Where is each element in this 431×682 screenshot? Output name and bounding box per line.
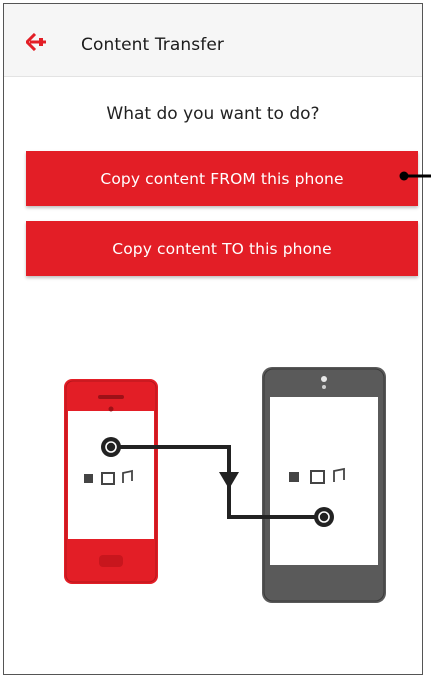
copy-from-button[interactable]: Copy content FROM this phone bbox=[26, 151, 418, 206]
app-bar: Content Transfer bbox=[4, 4, 422, 77]
arrow-left-icon[interactable] bbox=[26, 33, 48, 51]
copy-to-button[interactable]: Copy content TO this phone bbox=[26, 221, 418, 276]
question-heading: What do you want to do? bbox=[106, 104, 320, 124]
pointer-line bbox=[399, 171, 431, 181]
page-title: Content Transfer bbox=[81, 35, 224, 55]
device-screen: Content Transfer What do you want to do?… bbox=[3, 3, 423, 675]
red-phone-icon bbox=[64, 379, 158, 584]
transfer-illustration bbox=[64, 367, 386, 603]
dark-phone-icon bbox=[262, 367, 386, 603]
